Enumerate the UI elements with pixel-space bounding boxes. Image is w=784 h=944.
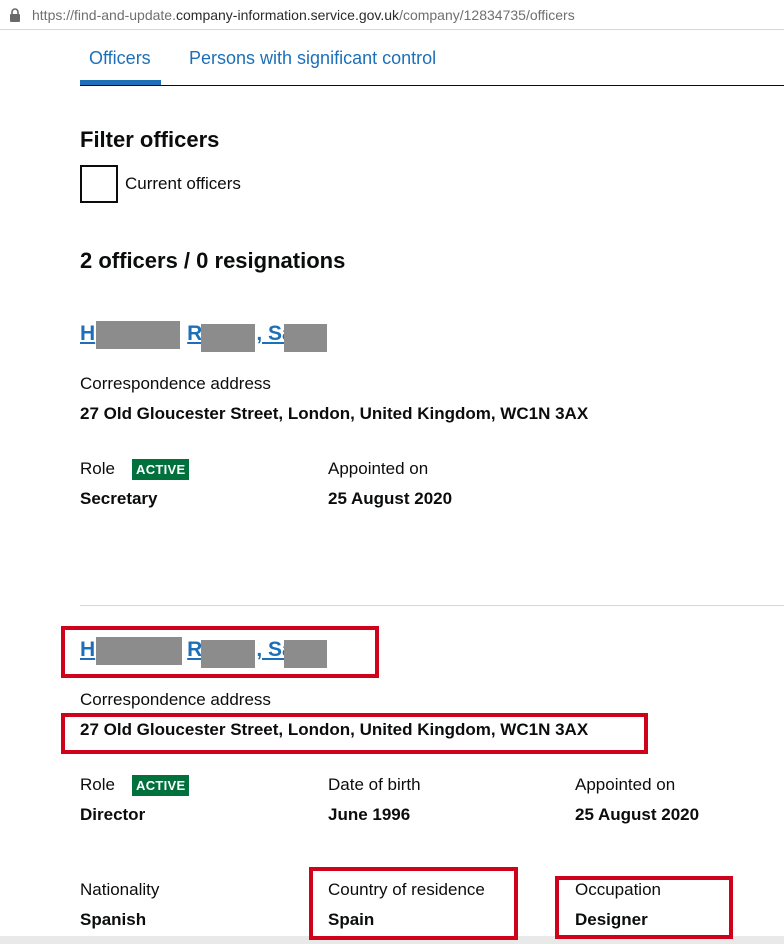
correspondence-address-label: Correspondence address: [80, 374, 271, 393]
url-prefix: https://find-and-update.: [32, 7, 176, 23]
status-badge: ACTIVE: [132, 459, 190, 480]
correspondence-address: 27 Old Gloucester Street, London, United…: [80, 404, 589, 423]
officer-divider: [80, 605, 784, 606]
date-of-birth-label: Date of birth: [328, 775, 421, 794]
tab-persons-with-significant-control[interactable]: Persons with significant control: [189, 48, 436, 69]
date-of-birth-value: June 1996: [328, 805, 411, 824]
role-label: Role: [80, 459, 115, 478]
filter-heading: Filter officers: [80, 127, 220, 152]
redaction-block: [284, 324, 327, 352]
address-highlight-box: [61, 713, 648, 754]
redaction-block: [96, 321, 180, 349]
appointed-on-label: Appointed on: [328, 459, 429, 478]
residence-highlight-box: [309, 867, 518, 940]
tabs-divider: [80, 85, 784, 86]
nationality-label: Nationality: [80, 880, 160, 899]
url-bar[interactable]: https://find-and-update.company-informat…: [0, 0, 784, 30]
appointed-on-label: Appointed on: [575, 775, 676, 794]
tab-officers[interactable]: Officers: [89, 48, 151, 69]
status-badge: ACTIVE: [132, 775, 190, 796]
officer-name-part: H: [80, 322, 96, 345]
url-host: company-information.service.gov.uk: [176, 7, 400, 23]
url-text[interactable]: https://find-and-update.company-informat…: [32, 7, 575, 23]
redaction-block: [201, 324, 255, 352]
current-officers-label[interactable]: Current officers: [125, 174, 241, 194]
appointed-on-value: 25 August 2020: [575, 805, 700, 824]
role-label: Role: [80, 775, 115, 794]
correspondence-address-label: Correspondence address: [80, 690, 271, 709]
url-path: /company/12834735/officers: [399, 7, 575, 23]
occupation-highlight-box: [555, 876, 733, 939]
appointed-on-value: 25 August 2020: [328, 489, 453, 508]
lock-icon: [10, 8, 20, 22]
role-value: Secretary: [80, 489, 158, 508]
name-highlight-box: [61, 626, 379, 678]
role-value: Director: [80, 805, 146, 824]
current-officers-checkbox[interactable]: [80, 165, 118, 203]
officers-count-heading: 2 officers / 0 resignations: [80, 248, 346, 273]
nationality-value: Spanish: [80, 910, 147, 929]
